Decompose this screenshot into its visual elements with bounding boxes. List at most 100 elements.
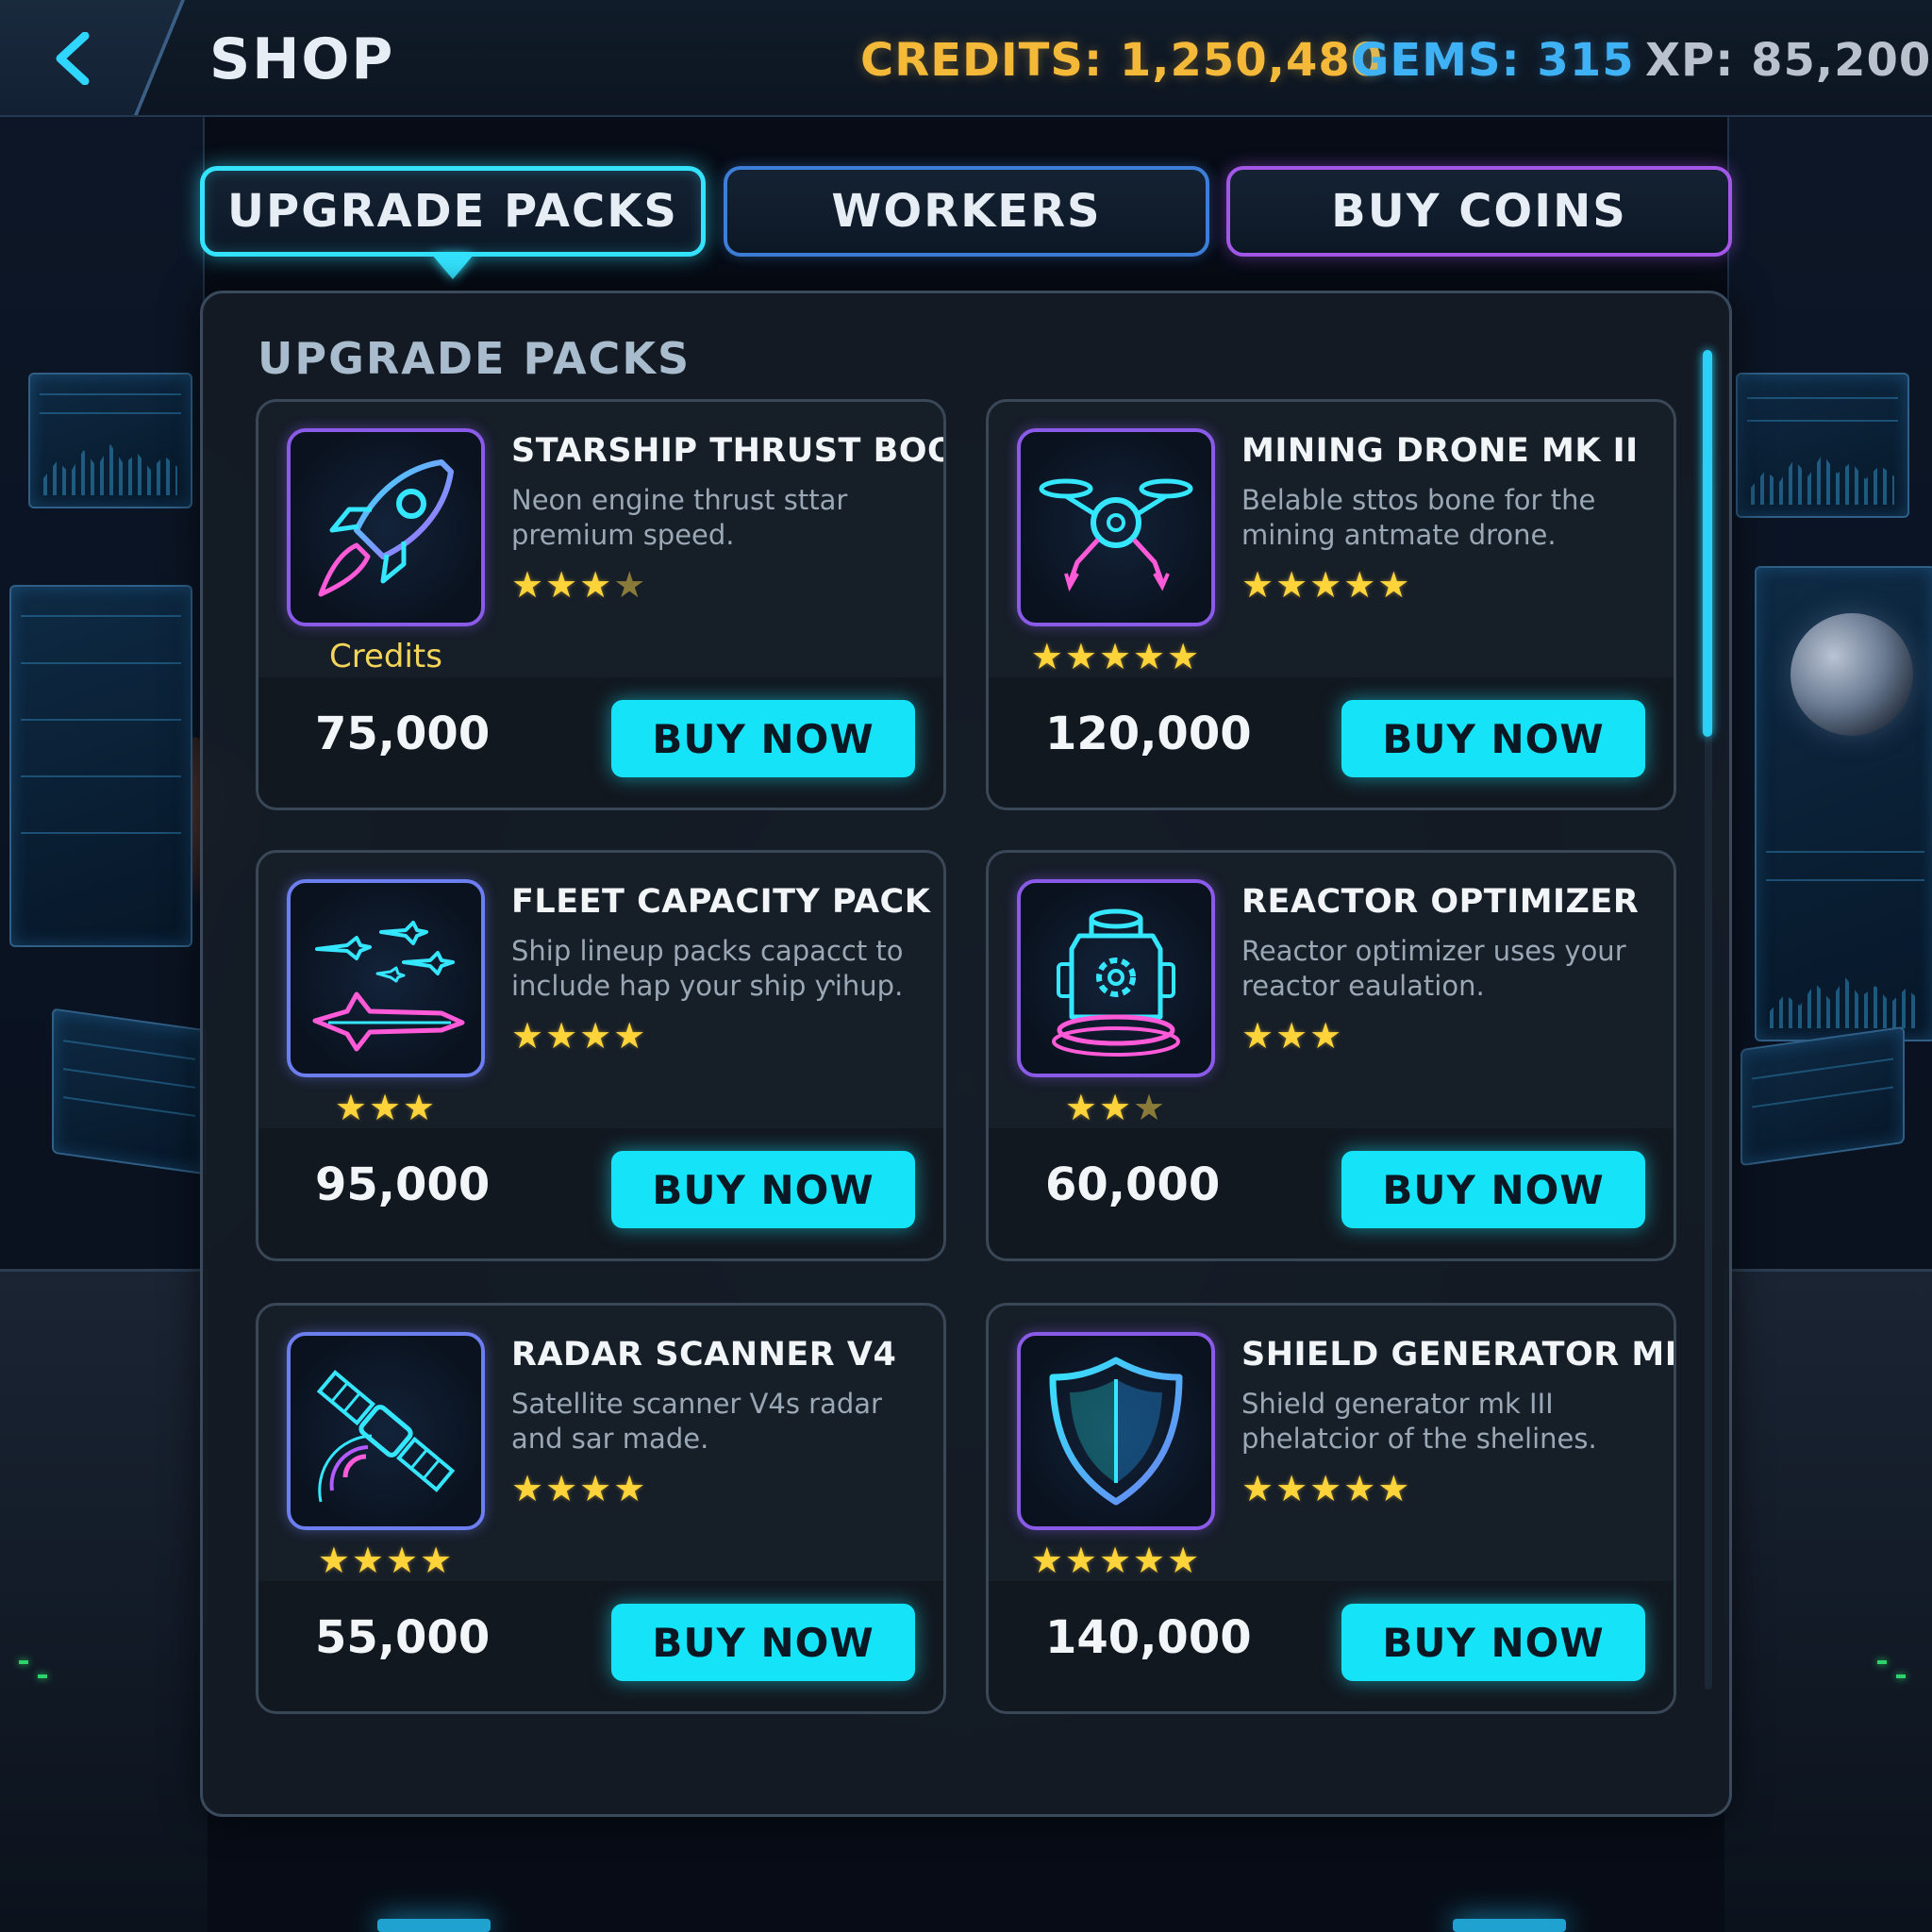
- buy-now-button[interactable]: BUY NOW: [611, 1151, 915, 1228]
- star-icon: ★: [1064, 636, 1099, 677]
- fleet-icon: [312, 921, 465, 1052]
- star-icon: ★: [1309, 564, 1344, 606]
- reactor-icon: [1052, 908, 1180, 1057]
- indicator-light: [19, 1660, 28, 1664]
- icon-rating: ★★★: [1017, 1087, 1215, 1128]
- tab-workers[interactable]: WORKERS: [724, 166, 1209, 257]
- buy-now-button[interactable]: BUY NOW: [1341, 1604, 1645, 1681]
- shop-item-card: ★★★ REACTOR OPTIMIZER Reactor optimizer …: [986, 850, 1676, 1261]
- star-icon: ★: [1098, 1087, 1134, 1128]
- top-bar: SHOP CREDITS: 1,250,480 GEMS: 315 XP: 85…: [0, 0, 1932, 117]
- console-screen-left: [52, 1008, 207, 1175]
- item-price: 55,000: [315, 1611, 491, 1664]
- item-rating: ★★★★★: [1241, 564, 1411, 606]
- item-price: 140,000: [1045, 1611, 1252, 1664]
- rocket-icon: [318, 459, 454, 597]
- item-description: Satellite scanner V4s radar and sar made…: [511, 1388, 882, 1455]
- gems-counter: GEMS: 315: [1352, 34, 1635, 87]
- star-icon: ★: [403, 1087, 438, 1128]
- star-icon: ★: [1275, 564, 1310, 606]
- item-name: FLEET CAPACITY PACK: [511, 883, 931, 921]
- buy-now-button[interactable]: BUY NOW: [611, 700, 915, 777]
- item-icon-frame: [1017, 879, 1215, 1077]
- floor-light-right: [1453, 1919, 1566, 1932]
- active-tab-pointer: [432, 255, 474, 279]
- item-description: Shield generator mk III phelatcior of th…: [1241, 1388, 1597, 1455]
- item-rating: ★★★: [1241, 1015, 1343, 1057]
- wall-screen-left-mid: [9, 585, 192, 947]
- item-price: 75,000: [315, 708, 491, 760]
- star-icon: ★: [579, 564, 614, 606]
- console-screen-right: [1740, 1025, 1905, 1167]
- shield-icon: [1049, 1357, 1183, 1506]
- tab-upgrade-packs[interactable]: UPGRADE PACKS: [200, 166, 706, 257]
- item-name: STARSHIP THRUST BOOST: [511, 432, 943, 470]
- star-icon: ★: [1030, 636, 1065, 677]
- star-icon: ★: [545, 1468, 580, 1509]
- item-description: Ship lineup packs capacct to include hap…: [511, 935, 904, 1002]
- scrollbar-thumb[interactable]: [1703, 350, 1712, 737]
- star-icon: ★: [1030, 1540, 1065, 1581]
- buy-now-button[interactable]: BUY NOW: [611, 1604, 915, 1681]
- star-icon: ★: [1275, 1015, 1310, 1057]
- star-icon: ★: [1377, 1468, 1412, 1509]
- star-icon: ★: [1309, 1468, 1344, 1509]
- star-icon: ★: [1377, 564, 1412, 606]
- item-rating: ★★★★: [511, 564, 647, 606]
- item-rating: ★★★★★: [1241, 1468, 1411, 1509]
- item-icon-frame: [1017, 1332, 1215, 1530]
- star-icon: ★: [1167, 636, 1202, 677]
- item-name: REACTOR OPTIMIZER: [1241, 883, 1640, 921]
- indicator-light: [1896, 1674, 1906, 1678]
- drone-icon: [1039, 478, 1193, 592]
- star-icon: ★: [1098, 636, 1134, 677]
- item-description: Belable sttos bone for the mining antmat…: [1241, 484, 1596, 551]
- buy-now-button[interactable]: BUY NOW: [1341, 700, 1645, 777]
- item-price: 95,000: [315, 1158, 491, 1211]
- star-icon: ★: [1241, 1015, 1276, 1057]
- indicator-light: [38, 1674, 47, 1678]
- star-icon: ★: [351, 1540, 386, 1581]
- item-name: SHIELD GENERATOR MK III: [1241, 1336, 1674, 1374]
- item-name: MINING DRONE MK II: [1241, 432, 1639, 470]
- star-icon: ★: [334, 1087, 369, 1128]
- icon-rating: ★★★: [287, 1087, 485, 1128]
- star-icon: ★: [511, 564, 546, 606]
- icon-rating: ★★★★★: [1017, 636, 1215, 677]
- star-icon: ★: [1343, 564, 1378, 606]
- xp-counter: XP: 85,200: [1645, 34, 1932, 87]
- tab-buy-coins[interactable]: BUY COINS: [1226, 166, 1732, 257]
- back-button[interactable]: [0, 0, 184, 115]
- star-icon: ★: [1241, 1468, 1276, 1509]
- star-icon: ★: [579, 1015, 614, 1057]
- icon-rating: ★★★★: [287, 1540, 485, 1581]
- wall-screen-right-top: [1736, 373, 1909, 518]
- console-left: [0, 1269, 208, 1932]
- star-icon: ★: [386, 1540, 421, 1581]
- star-icon: ★: [545, 564, 580, 606]
- star-icon: ★: [1133, 636, 1168, 677]
- item-icon-frame: [1017, 428, 1215, 626]
- item-description: Neon engine thrust sttar premium speed.: [511, 484, 848, 551]
- satellite-icon: [316, 1370, 456, 1503]
- item-description: Reactor optimizer uses your reactor eaul…: [1241, 935, 1626, 1002]
- item-rating: ★★★★: [511, 1015, 647, 1057]
- star-icon: ★: [1064, 1087, 1099, 1128]
- shop-item-card: ★★★★★ SHIELD GENERATOR MK III Shield gen…: [986, 1303, 1676, 1714]
- section-title: UPGRADE PACKS: [258, 333, 691, 384]
- item-name: RADAR SCANNER V4: [511, 1336, 897, 1374]
- floor-light-left: [377, 1919, 491, 1932]
- buy-now-button[interactable]: BUY NOW: [1341, 1151, 1645, 1228]
- star-icon: ★: [420, 1540, 455, 1581]
- credits-counter: CREDITS: 1,250,480: [860, 34, 1384, 87]
- star-icon: ★: [1241, 564, 1276, 606]
- star-icon: ★: [1343, 1468, 1378, 1509]
- item-icon-frame: [287, 879, 485, 1077]
- half-star-icon: ★: [613, 564, 648, 606]
- item-price: 120,000: [1045, 708, 1252, 760]
- item-icon-frame: [287, 1332, 485, 1530]
- currency-label: Credits: [329, 638, 442, 675]
- star-icon: ★: [1309, 1015, 1344, 1057]
- page-title: SHOP: [209, 26, 395, 92]
- star-icon: ★: [511, 1015, 546, 1057]
